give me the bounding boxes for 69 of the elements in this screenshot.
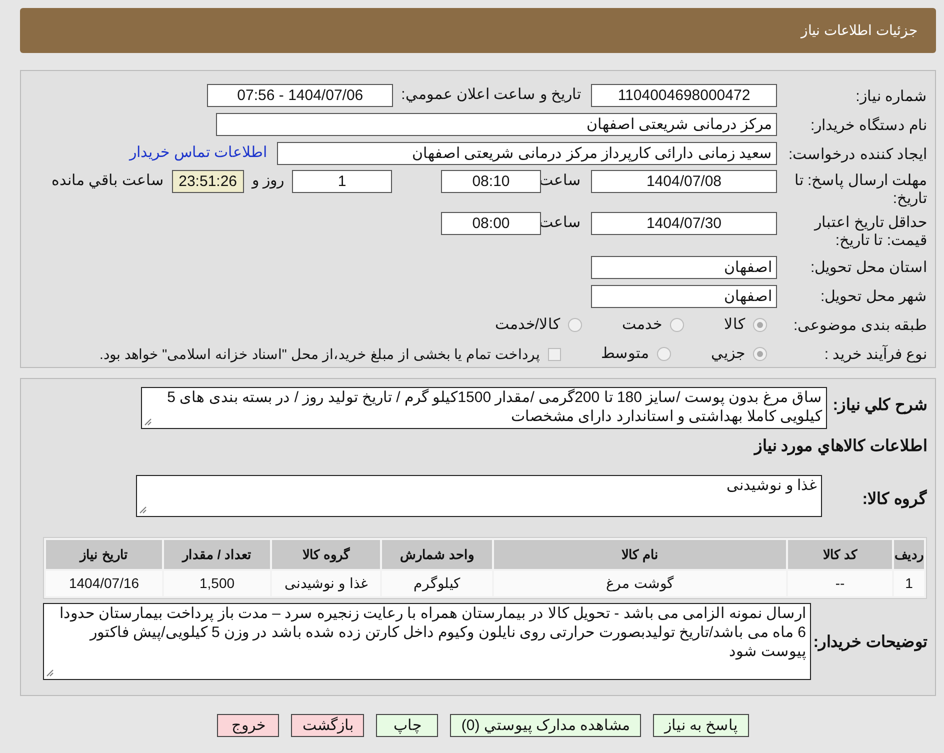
radio-label: جزيي (711, 344, 745, 364)
radio-label: کالا/خدمت (494, 315, 560, 336)
table-cell: 1 (894, 571, 924, 596)
action-button[interactable]: پاسخ به نیاز (653, 714, 749, 737)
table-cell: -- (788, 571, 892, 596)
radio-button[interactable] (657, 347, 671, 362)
text-field[interactable]: سعید زمانی دارائی کارپرداز مرکز درمانی شریعتی اصفهان (277, 142, 777, 165)
text-field[interactable]: اصفهان (591, 256, 777, 279)
text-field[interactable]: 1404/07/08 (591, 170, 777, 193)
column-header: نام کالا (494, 540, 786, 569)
column-header: کد کالا (788, 540, 892, 569)
text-field[interactable]: 08:10 (441, 170, 541, 193)
text-field[interactable]: 1104004698000472 (591, 84, 777, 107)
radio-button[interactable] (753, 347, 767, 362)
text-field[interactable]: 08:00 (441, 212, 541, 236)
resize-grip-icon (46, 669, 54, 677)
radio-button[interactable] (568, 318, 582, 332)
field-label: ساعت باقي مانده (51, 171, 164, 191)
countdown-field[interactable]: 23:51:26 (172, 170, 244, 193)
remarks-field[interactable]: ارسال نمونه الزامی می باشد - تحویل کالا در بیمارستان همراه با رعایت زنجیره سرد – مدت باز پرداخت بیمارستان حدودا 6 ماه می باشد/تاریخ تولیدبصورت حرارتی روی نایلون وکیوم داخل کارتن زده شده باشد در وزن 5 کیلویی/پیش فاکتور پیوست شود (43, 603, 811, 680)
field-label: گروه کالا: (861, 488, 927, 509)
text-field[interactable]: مرکز درمانی شریعتی اصفهان (216, 113, 777, 136)
exit-button[interactable]: خروج (217, 714, 280, 737)
field-label: تاریخ و ساعت اعلان عمومي: (401, 85, 581, 106)
action-button[interactable]: مشاهده مدارک پیوستي (0) (450, 714, 642, 737)
column-header: ردیف (894, 540, 924, 569)
field-label: طبقه بندی موضوعی: (792, 316, 927, 336)
goods-group-field[interactable]: غذا و نوشیدنی (136, 475, 822, 517)
page-title: جزئیات اطلاعات نیاز (801, 21, 918, 40)
checkbox[interactable] (548, 348, 561, 361)
table-cell: کیلوگرم (382, 571, 492, 596)
field-label: توضیحات خریدار: (812, 632, 927, 652)
column-header: واحد شمارش (382, 540, 492, 569)
text-field[interactable]: 1 (292, 170, 392, 193)
text-field[interactable]: اصفهان (591, 284, 777, 308)
field-label: ساعت (541, 213, 581, 234)
field-label: حداقل تاریخ اعتبار قیمت: تا تاریخ: (812, 213, 927, 250)
field-label: شرح کلي نیاز: (832, 396, 927, 415)
action-button[interactable]: چاپ (376, 714, 438, 737)
column-header: گروه کالا (272, 540, 380, 569)
checkbox-label: پرداخت تمام یا بخشی از مبلغ خرید،از محل "اسناد خزانه اسلامی" خواهد بود. (99, 344, 540, 364)
radio-button[interactable] (670, 318, 684, 332)
radio-label: متوسط (601, 344, 649, 364)
field-label: شهر محل تحویل: (819, 287, 927, 306)
table-cell: گوشت مرغ (494, 571, 786, 596)
field-label: روز و (252, 171, 284, 191)
column-header: تعداد / مقدار (164, 540, 270, 569)
exit-button[interactable]: بازگشت (291, 714, 364, 737)
radio-label: کالا (724, 315, 745, 336)
field-label: ایجاد کننده درخواست: (787, 144, 927, 164)
section-heading: اطلاعات کالاهاي مورد نیاز (752, 437, 927, 458)
table-cell: 1404/07/16 (46, 571, 162, 596)
text-field[interactable]: 1404/07/30 (591, 212, 777, 236)
description-field[interactable]: ساق مرغ بدون پوست /سایز 180 تا 200گرمی /مقدار 1500کیلو گرم / تاریخ تولید روز / در بسته بندی های 5 کیلویی کاملا بهداشتی و استاندارد دارای مشخصات (141, 387, 827, 429)
table-cell: غذا و نوشیدنی (272, 571, 380, 596)
radio-label: خدمت (622, 315, 662, 336)
field-label: نوع فرآیند خرید : (823, 344, 927, 364)
field-label: ساعت (541, 171, 581, 191)
field-label: نام دستگاه خریدار: (809, 116, 927, 134)
table-cell: 1,500 (164, 571, 270, 596)
buyer-contact-link[interactable]: اطلاعات تماس خریدار (130, 142, 267, 165)
resize-grip-icon (139, 506, 147, 514)
column-header: تاریخ نیاز (46, 540, 162, 569)
field-label: شماره نیاز: (854, 86, 927, 106)
text-field[interactable]: 1404/07/06 - 07:56 (207, 84, 394, 107)
radio-button[interactable] (753, 318, 767, 332)
resize-grip-icon (144, 418, 152, 426)
field-label: مهلت ارسال پاسخ: تا تاریخ: (793, 171, 927, 208)
field-label: استان محل تحویل: (809, 258, 927, 278)
